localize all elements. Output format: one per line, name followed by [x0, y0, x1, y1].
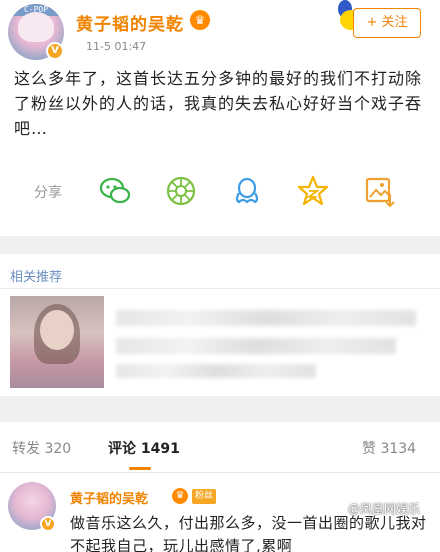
blurred-meta-line: [116, 364, 316, 378]
qq-icon[interactable]: [230, 174, 264, 208]
section-divider-2: [0, 396, 440, 422]
tab-repost[interactable]: 转发 320: [12, 438, 71, 458]
save-image-icon[interactable]: [362, 174, 396, 208]
qzone-icon[interactable]: [296, 174, 330, 208]
vip-crown-icon: ♛: [190, 10, 210, 30]
post-author-name[interactable]: 黄子韬的吴乾: [76, 10, 184, 35]
recommend-divider: [0, 288, 440, 289]
post-text: 这么多年了，这首长达五分多钟的最好的我们不打动除了粉丝以外的人的话，我真的失去私…: [14, 69, 423, 138]
wechat-icon[interactable]: [98, 174, 132, 208]
tab-likes[interactable]: 赞 3134: [362, 438, 416, 458]
comment-crown-icon: ♛: [172, 488, 188, 504]
post-time: 11-5 01:47: [86, 40, 147, 53]
section-divider: [0, 236, 440, 254]
recommend-title: 相关推荐: [10, 270, 63, 285]
recommend-thumbnail: [10, 296, 104, 388]
tab-comments[interactable]: 评论 1491: [108, 438, 180, 458]
comment-text: 做音乐这么久，付出那么多，没一首出圈的歌儿我对不起我自己，玩儿出感情了,累啊: [70, 514, 427, 552]
interaction-tabs: 转发 320 评论 1491 赞 3134: [0, 422, 440, 474]
verified-badge-icon: V: [46, 42, 64, 60]
moments-icon[interactable]: [164, 174, 198, 208]
post-card: C-POP V 黄子韬的吴乾 ♛ 11-5 01:47 + 关注 这么多年了，这…: [0, 0, 440, 236]
avatar-figure: [18, 12, 54, 42]
blurred-title-line: [116, 310, 416, 326]
fan-level-badge: 粉丝: [192, 489, 217, 504]
active-tab-indicator: [129, 467, 151, 470]
follow-button[interactable]: + 关注: [353, 8, 421, 38]
comment-author-name[interactable]: 黄子韬的吴乾: [70, 488, 148, 507]
watermark: @凤凰网娱乐: [348, 502, 421, 516]
recommend-card[interactable]: [10, 296, 430, 388]
tabs-divider: [0, 472, 440, 473]
share-label: 分享: [34, 185, 62, 201]
blurred-text-line: [116, 338, 396, 354]
comment-verified-icon: V: [40, 516, 56, 532]
share-row: 分享: [0, 168, 440, 214]
